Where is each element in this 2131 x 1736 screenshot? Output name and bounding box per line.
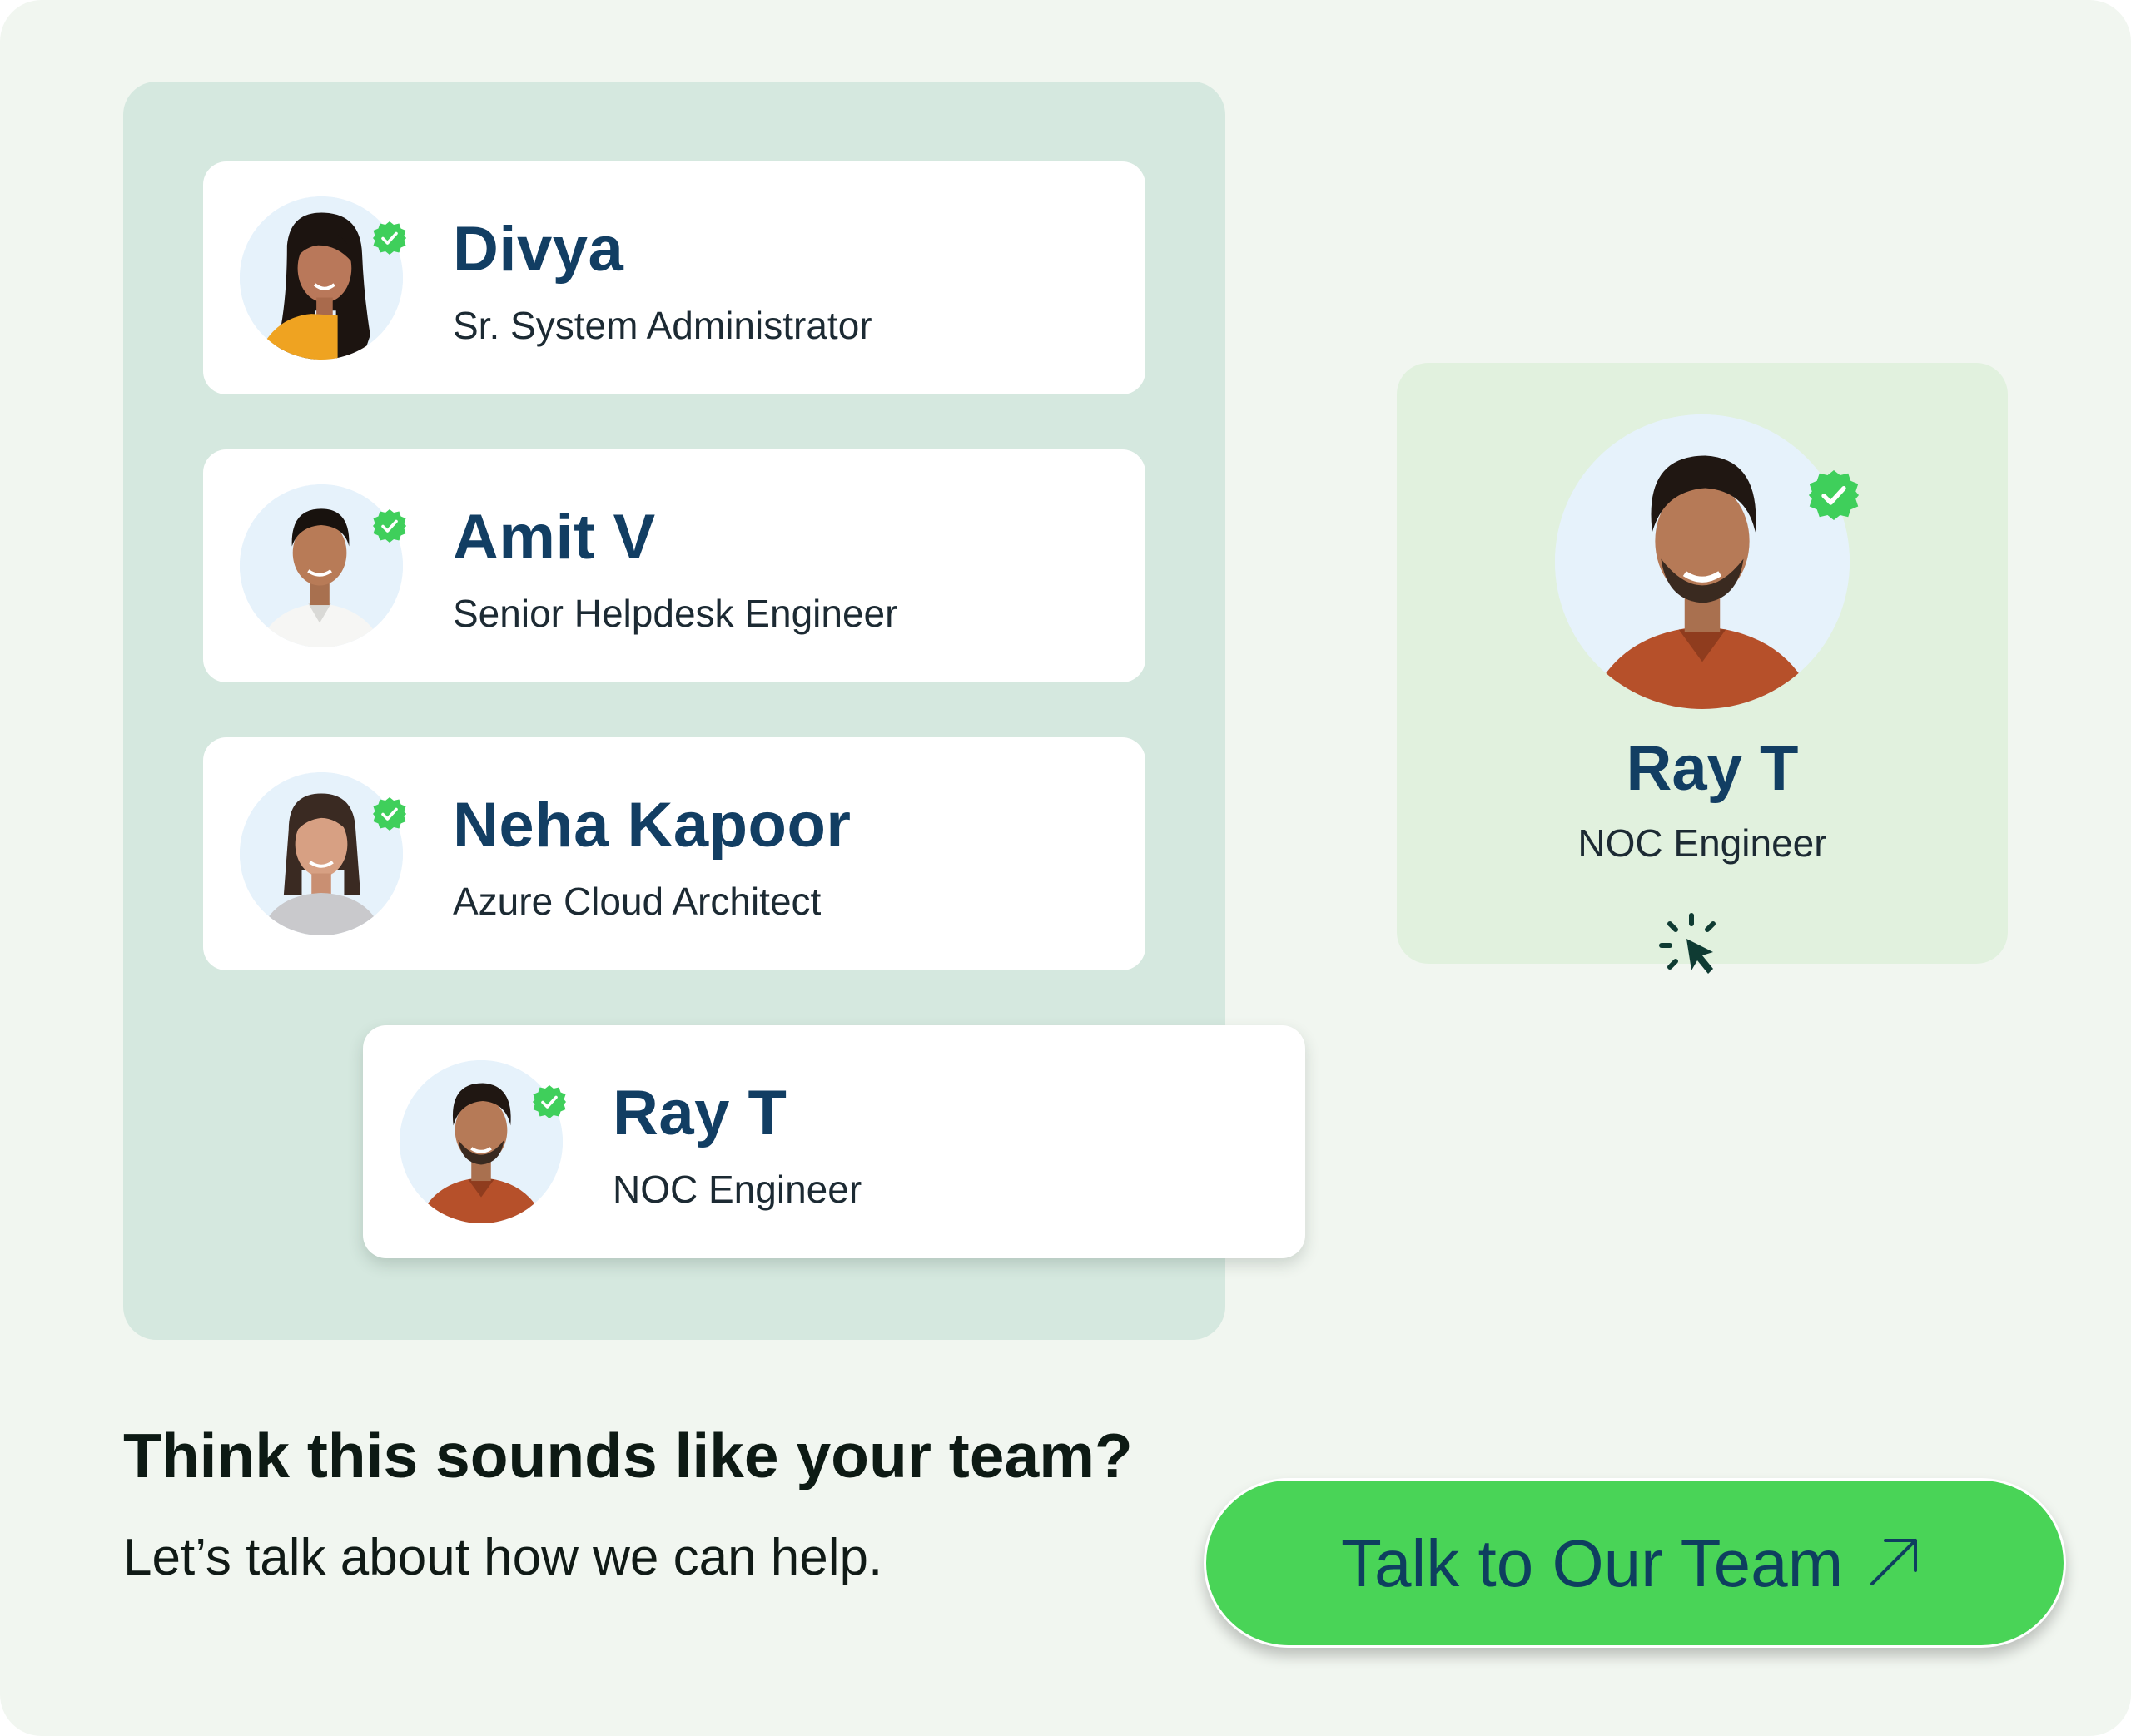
team-member-card[interactable]: Amit V Senior Helpdesk Engineer: [203, 449, 1145, 682]
member-name: Amit V: [453, 502, 656, 573]
team-member-card[interactable]: Divya Sr. System Administrator: [203, 161, 1145, 394]
avatar: [240, 484, 403, 647]
verified-badge-icon: [371, 796, 408, 832]
team-member-card[interactable]: Ray T NOC Engineer: [363, 1025, 1305, 1258]
selected-member-role: NOC Engineer: [1577, 821, 1827, 865]
member-role: Azure Cloud Architect: [453, 880, 822, 923]
member-name: Divya: [453, 214, 624, 285]
avatar: [240, 196, 403, 360]
verified-badge-icon: [371, 508, 408, 544]
verified-badge-icon: [1806, 468, 1861, 523]
member-role: Sr. System Administrator: [453, 304, 872, 347]
page: Divya Sr. System Administrator Amit V Se…: [0, 0, 2131, 1736]
talk-to-team-button[interactable]: Talk to Our Team: [1204, 1478, 2066, 1648]
member-role: Senior Helpdesk Engineer: [453, 592, 898, 635]
selected-member-card[interactable]: Ray T NOC Engineer: [1397, 363, 2008, 974]
avatar: [400, 1060, 563, 1223]
selected-avatar: [1555, 414, 1850, 709]
arrow-up-right-icon: [1870, 1539, 1917, 1585]
man-portrait-icon: [1555, 414, 1850, 709]
verified-badge-icon: [371, 220, 408, 256]
cta-subheading: Let’s talk about how we can help.: [123, 1529, 883, 1586]
member-name: Neha Kapoor: [453, 790, 852, 861]
talk-to-team-label: Talk to Our Team: [1341, 1526, 1844, 1600]
avatar: [240, 772, 403, 935]
selected-member-name: Ray T: [1626, 733, 1799, 804]
cta-heading: Think this sounds like your team?: [123, 1421, 1133, 1490]
click-cursor-icon: [1659, 913, 1716, 974]
verified-badge-icon: [531, 1084, 568, 1120]
member-role: NOC Engineer: [613, 1168, 862, 1211]
team-list-panel: Divya Sr. System Administrator Amit V Se…: [123, 82, 1305, 1340]
member-name: Ray T: [613, 1078, 787, 1148]
team-member-card[interactable]: Neha Kapoor Azure Cloud Architect: [203, 737, 1145, 970]
